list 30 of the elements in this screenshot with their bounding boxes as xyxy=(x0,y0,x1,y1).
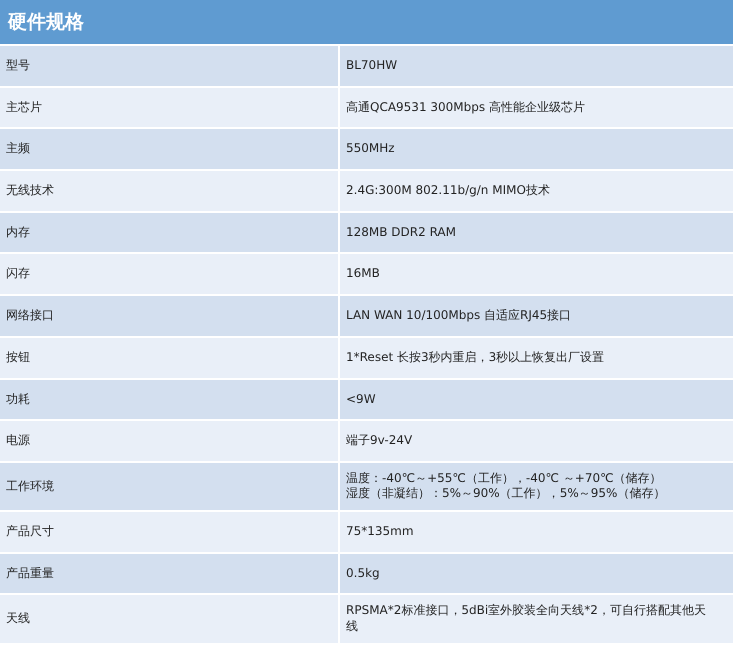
spec-value: 1*Reset 长按3秒内重启，3秒以上恢复出厂设置 xyxy=(340,338,733,378)
spec-label: 无线技术 xyxy=(0,171,338,211)
spec-label: 天线 xyxy=(0,595,338,643)
spec-value: 2.4G:300M 802.11b/g/n MIMO技术 xyxy=(340,171,733,211)
spec-label: 电源 xyxy=(0,421,338,461)
spec-value: LAN WAN 10/100Mbps 自适应RJ45接口 xyxy=(340,296,733,336)
spec-value: 端子9v-24V xyxy=(340,421,733,461)
spec-label: 主频 xyxy=(0,129,338,170)
spec-label: 功耗 xyxy=(0,380,338,420)
spec-label: 网络接口 xyxy=(0,296,338,336)
spec-value-line: 温度：-40℃～+55℃（工作），-40℃ ～+70℃（储存） xyxy=(346,470,662,486)
spec-value: <9W xyxy=(340,380,733,420)
spec-label: 内存 xyxy=(0,212,338,252)
spec-label: 产品尺寸 xyxy=(0,512,338,552)
section-title: 硬件规格 xyxy=(0,0,733,44)
spec-label: 按钮 xyxy=(0,338,338,378)
spec-value: 0.5kg xyxy=(340,554,733,594)
spec-label: 主芯片 xyxy=(0,88,338,128)
spec-value: 16MB xyxy=(340,254,733,294)
spec-value: 高通QCA9531 300Mbps 高性能企业级芯片 xyxy=(340,88,733,128)
spec-value: 550MHz xyxy=(340,129,733,170)
spec-value: BL70HW xyxy=(340,46,733,86)
spec-label: 产品重量 xyxy=(0,554,338,594)
spec-label: 工作环境 xyxy=(0,462,338,510)
spec-label: 型号 xyxy=(0,46,338,86)
spec-value-line: 湿度（非凝结）：5%～90%（工作），5%～95%（储存） xyxy=(346,486,666,502)
spec-value: 75*135mm xyxy=(340,512,733,552)
spec-value: 128MB DDR2 RAM xyxy=(340,212,733,252)
spec-label: 闪存 xyxy=(0,254,338,294)
spec-value: RPSMA*2标准接口，5dBi室外胶装全向天线*2，可自行搭配其他天线 xyxy=(340,595,733,643)
